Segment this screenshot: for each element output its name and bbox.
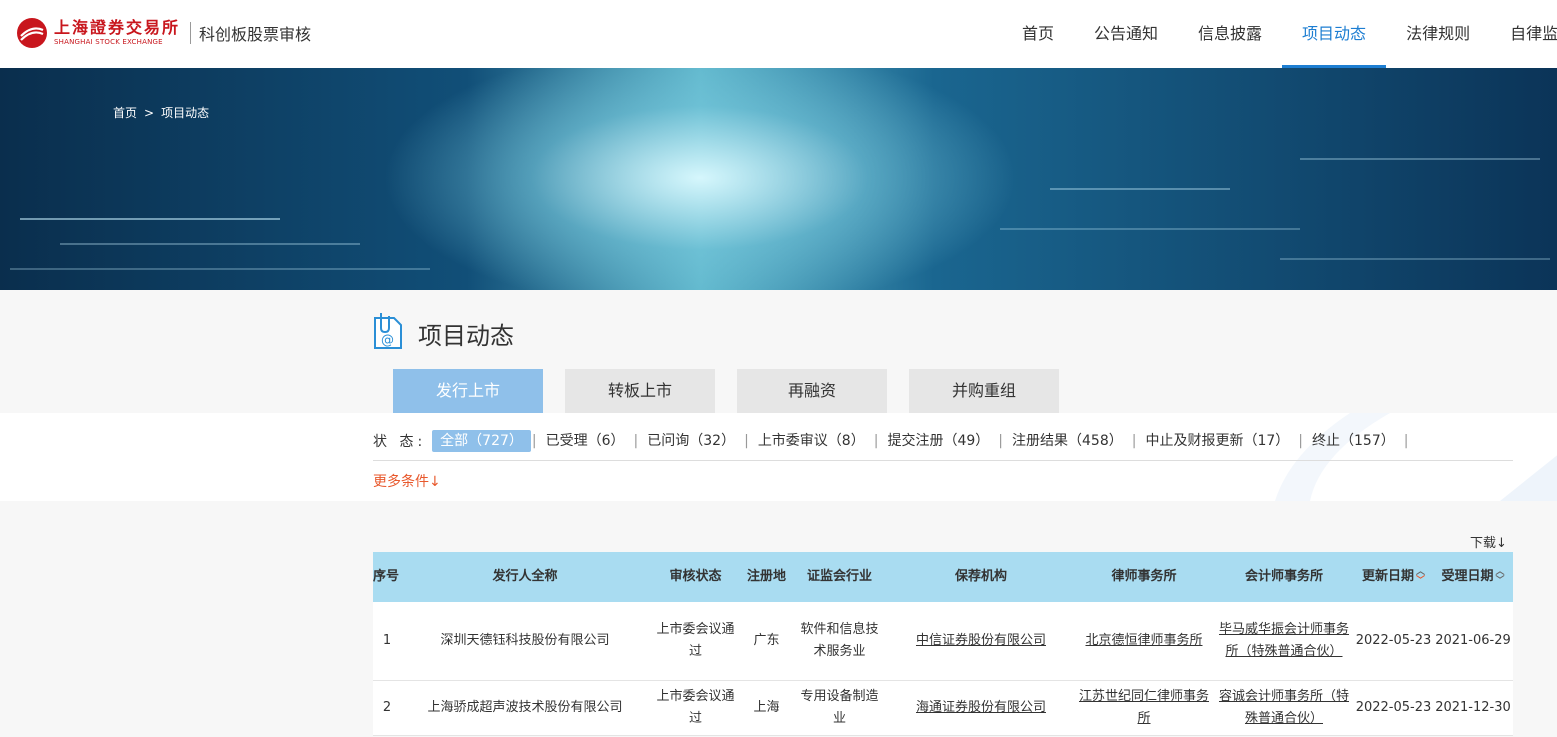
status-divider: | bbox=[1298, 433, 1303, 449]
status-chip-committee[interactable]: 上市委审议（8） bbox=[750, 430, 873, 452]
cell-sponsor-link[interactable]: 中信证券股份有限公司 bbox=[916, 633, 1046, 648]
table-row: 2 上海骄成超声波技术股份有限公司 上市委会议通过 上海 专用设备制造业 海通证… bbox=[373, 681, 1513, 736]
filter-panel: 状 态: 全部（727） | 已受理（6） | 已问询（32） | 上市委审议（… bbox=[0, 413, 1557, 501]
header-industry: 证监会行业 bbox=[806, 569, 872, 584]
status-divider: | bbox=[633, 433, 639, 449]
top-header: 上海證券交易所 SHANGHAI STOCK EXCHANGE 科创板股票审核 … bbox=[0, 0, 1557, 69]
nav-project-updates[interactable]: 项目动态 bbox=[1282, 0, 1387, 68]
nav-announcements[interactable]: 公告通知 bbox=[1074, 0, 1178, 68]
logo-english-name: SHANGHAI STOCK EXCHANGE bbox=[54, 38, 163, 46]
more-conditions-link[interactable]: 更多条件↓ bbox=[373, 471, 441, 491]
filter-divider bbox=[373, 460, 1513, 461]
cell-industry: 软件和信息技术服务业 bbox=[800, 622, 879, 659]
status-chip-suspended[interactable]: 中止及财报更新（17） bbox=[1137, 430, 1297, 452]
nav-rules[interactable]: 法律规则 bbox=[1386, 0, 1490, 68]
status-chip-submitted[interactable]: 提交注册（49） bbox=[879, 430, 997, 452]
breadcrumb-home[interactable]: 首页 bbox=[113, 104, 137, 121]
status-divider: | bbox=[1131, 433, 1137, 449]
cell-company[interactable]: 深圳天德钰科技股份有限公司 bbox=[401, 630, 649, 652]
header-updated[interactable]: 更新日期 ︿ ﹀ bbox=[1354, 566, 1433, 588]
cell-accepted: 2021-06-29 bbox=[1435, 633, 1511, 648]
header-updated-label: 更新日期 bbox=[1361, 569, 1414, 584]
table-header: 序号 发行人全称 审核状态 注册地 证监会行业 保荐机构 律师事务所 会计师事务… bbox=[373, 552, 1513, 602]
header-no: 序号 bbox=[373, 569, 400, 584]
status-divider: | bbox=[744, 433, 749, 449]
nav-disclosure[interactable]: 信息披露 bbox=[1178, 0, 1282, 68]
category-tabs: 发行上市 转板上市 再融资 并购重组 bbox=[393, 369, 1081, 413]
site-subtitle: 科创板股票审核 bbox=[199, 25, 312, 44]
table-row: 1 深圳天德钰科技股份有限公司 上市委会议通过 广东 软件和信息技术服务业 中信… bbox=[373, 602, 1513, 681]
cell-region: 广东 bbox=[753, 633, 780, 648]
status-label: 状 态: bbox=[373, 434, 427, 450]
cell-law-firm-link[interactable]: 北京德恒律师事务所 bbox=[1085, 633, 1202, 648]
status-divider: | bbox=[531, 433, 537, 449]
tab-mergers[interactable]: 并购重组 bbox=[909, 369, 1059, 413]
header-region: 注册地 bbox=[746, 569, 786, 584]
status-chip-all[interactable]: 全部（727） bbox=[432, 430, 531, 452]
sse-logo[interactable]: 上海證券交易所 SHANGHAI STOCK EXCHANGE 科创板股票审核 bbox=[16, 16, 311, 50]
banner-light-streak bbox=[20, 218, 280, 220]
header-law-firm: 律师事务所 bbox=[1111, 569, 1177, 584]
cell-status: 上市委会议通过 bbox=[656, 689, 735, 726]
header-sponsor: 保荐机构 bbox=[954, 569, 1007, 584]
cell-accounting-link[interactable]: 容诚会计师事务所（特殊普通合伙） bbox=[1219, 689, 1349, 726]
document-attachment-icon: @ bbox=[374, 313, 402, 349]
tab-refinancing[interactable]: 再融资 bbox=[737, 369, 887, 413]
breadcrumb: 首页 > 项目动态 bbox=[113, 104, 209, 121]
download-link[interactable]: 下载↓ bbox=[1470, 532, 1507, 551]
cell-region: 上海 bbox=[753, 700, 780, 715]
breadcrumb-separator: > bbox=[144, 105, 155, 120]
svg-text:@: @ bbox=[381, 333, 394, 348]
status-chip-accepted[interactable]: 已受理（6） bbox=[538, 430, 633, 452]
status-divider: | bbox=[998, 433, 1003, 449]
cell-industry: 专用设备制造业 bbox=[800, 689, 879, 726]
tab-ipo[interactable]: 发行上市 bbox=[393, 369, 543, 413]
header-accepted-label: 受理日期 bbox=[1441, 569, 1494, 584]
banner-light-streak bbox=[1280, 258, 1550, 260]
cell-accounting-link[interactable]: 毕马威华振会计师事务所（特殊普通合伙） bbox=[1219, 622, 1349, 659]
logo-chinese-name: 上海證券交易所 bbox=[54, 18, 181, 37]
cell-company[interactable]: 上海骄成超声波技术股份有限公司 bbox=[401, 697, 649, 719]
cell-updated: 2022-05-23 bbox=[1355, 700, 1432, 715]
cell-status: 上市委会议通过 bbox=[656, 622, 735, 659]
banner-light-streak bbox=[60, 243, 360, 245]
status-chip-terminated[interactable]: 终止（157） bbox=[1304, 430, 1403, 452]
cell-law-firm-link[interactable]: 江苏世纪同仁律师事务所 bbox=[1079, 689, 1209, 726]
banner-light-streak bbox=[10, 268, 430, 270]
banner-light-streak bbox=[1000, 228, 1300, 230]
header-accounting: 会计师事务所 bbox=[1244, 569, 1323, 584]
header-accepted[interactable]: 受理日期 ︿ ﹀ bbox=[1433, 566, 1513, 588]
hero-banner bbox=[0, 68, 1557, 290]
cell-no: 1 bbox=[382, 633, 392, 648]
banner-light-streak bbox=[1050, 188, 1230, 190]
status-divider: | bbox=[873, 433, 879, 449]
cell-sponsor-link[interactable]: 海通证券股份有限公司 bbox=[916, 700, 1046, 715]
logo-divider bbox=[190, 22, 192, 44]
decorative-stripe bbox=[1275, 413, 1557, 501]
header-company: 发行人全称 bbox=[492, 569, 558, 584]
project-table: 序号 发行人全称 审核状态 注册地 证监会行业 保荐机构 律师事务所 会计师事务… bbox=[373, 552, 1513, 736]
sort-arrows-icon[interactable]: ︿ ﹀ bbox=[1496, 567, 1505, 586]
tab-board-transfer[interactable]: 转板上市 bbox=[565, 369, 715, 413]
status-chip-inquired[interactable]: 已问询（32） bbox=[639, 430, 743, 452]
nav-home[interactable]: 首页 bbox=[1002, 0, 1074, 68]
cell-accepted: 2021-12-30 bbox=[1435, 700, 1511, 715]
main-nav: 首页 公告通知 信息披露 项目动态 法律规则 自律监 bbox=[1002, 0, 1557, 68]
sort-arrows-icon[interactable]: ︿ ﹀ bbox=[1416, 567, 1425, 586]
status-chip-registered[interactable]: 注册结果（458） bbox=[1004, 430, 1131, 452]
cell-no: 2 bbox=[382, 700, 392, 715]
status-divider: | bbox=[1403, 433, 1409, 449]
banner-light-streak bbox=[1300, 158, 1540, 160]
breadcrumb-current: 项目动态 bbox=[161, 106, 210, 120]
status-filter: 状 态: 全部（727） | 已受理（6） | 已问询（32） | 上市委审议（… bbox=[373, 430, 1409, 452]
sse-logo-icon bbox=[17, 18, 47, 48]
cell-updated: 2022-05-23 bbox=[1355, 633, 1432, 648]
header-status: 审核状态 bbox=[669, 569, 722, 584]
nav-self-regulation[interactable]: 自律监 bbox=[1490, 0, 1557, 68]
page-title: 项目动态 bbox=[418, 322, 514, 350]
